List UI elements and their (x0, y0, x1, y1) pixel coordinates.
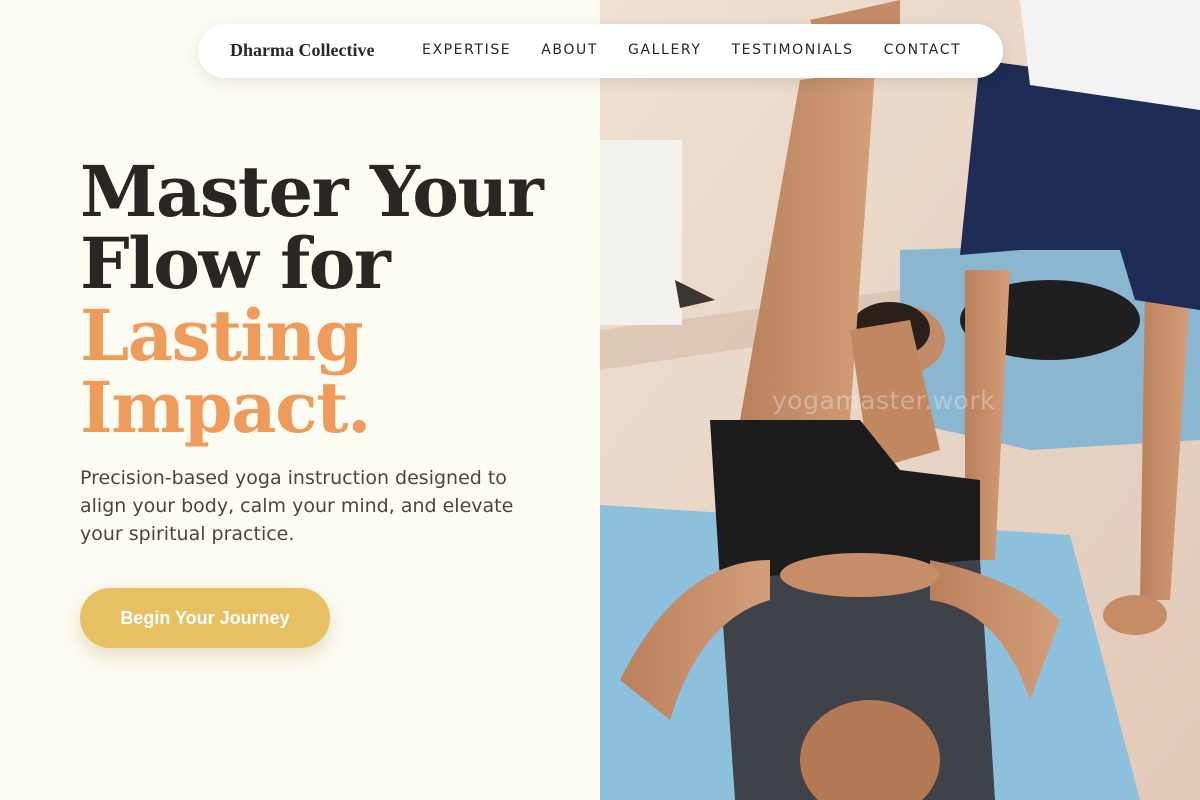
hero-headline: Master Your Flow for Lasting Impact. (80, 150, 544, 449)
headline-accent-line: Impact. (80, 366, 371, 449)
hero-subtext: Precision-based yoga instruction designe… (80, 467, 514, 545)
begin-journey-button[interactable]: Begin Your Journey (80, 588, 330, 648)
headline-line: Flow for (80, 222, 391, 305)
nav-item-about[interactable]: ABOUT (541, 42, 598, 58)
hero-photo: yogamaster.work (600, 0, 1200, 800)
watermark-text: yogamaster.work (772, 386, 996, 415)
nav-links: EXPERTISE ABOUT GALLERY TESTIMONIALS CON… (422, 42, 991, 58)
headline-line: Master Your (80, 150, 544, 233)
brand-logo[interactable]: Dharma Collective (230, 40, 374, 61)
nav-item-gallery[interactable]: GALLERY (628, 42, 701, 58)
headline-accent-line: Lasting (80, 294, 364, 377)
nav-item-testimonials[interactable]: TESTIMONIALS (731, 42, 853, 58)
nav-item-contact[interactable]: CONTACT (884, 42, 962, 58)
nav-item-expertise[interactable]: EXPERTISE (422, 42, 511, 58)
top-navigation: Dharma Collective EXPERTISE ABOUT GALLER… (198, 24, 1003, 78)
